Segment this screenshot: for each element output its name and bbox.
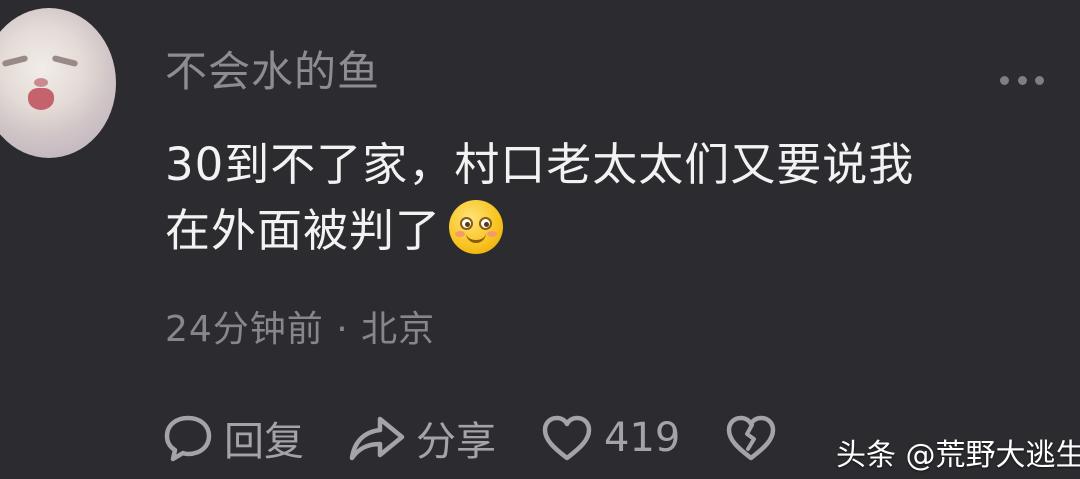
share-arrow-icon (349, 416, 405, 461)
share-label: 分享 (416, 419, 496, 465)
avatar-nose (34, 78, 48, 87)
username[interactable]: 不会水的鱼 (165, 38, 380, 99)
avatar[interactable] (0, 8, 116, 158)
avatar-eye-left (1, 54, 29, 68)
comment-line-2-text: 在外面被判了 (165, 204, 442, 257)
more-options-icon[interactable] (1000, 74, 1044, 86)
avatar-eye-right (51, 54, 79, 68)
action-bar: 回复 分享 419 (162, 410, 832, 466)
comment-meta: 24分钟前 · 北京 (165, 300, 435, 352)
reply-button[interactable]: 回复 (162, 409, 304, 467)
smiling-face-emoji-icon (449, 200, 504, 254)
more-dot (1035, 75, 1044, 85)
comment-line-1: 30到不了家，村口老太太们又要说我 (165, 138, 915, 191)
like-button[interactable]: 419 (540, 413, 680, 463)
dislike-button[interactable] (724, 413, 788, 463)
comment-location: 北京 (361, 309, 436, 350)
like-count: 419 (604, 415, 681, 461)
comment-bubble-icon (164, 415, 212, 462)
meta-separator: · (336, 309, 349, 350)
avatar-mouth (28, 88, 54, 110)
broken-heart-icon (727, 415, 776, 461)
share-button[interactable]: 分享 (348, 409, 496, 467)
reply-label: 回复 (224, 419, 304, 465)
comment-line-2: 在外面被判了 (165, 198, 1045, 264)
comment-card: 不会水的鱼 30到不了家，村口老太太们又要说我 在外面被判了 24分钟前 · 北… (0, 0, 1080, 479)
comment-time: 24分钟前 (165, 309, 324, 350)
watermark: 头条 @荒野大逃生 (836, 438, 1080, 473)
more-dot (1017, 75, 1027, 85)
more-dot (1000, 75, 1009, 85)
heart-icon (542, 415, 592, 461)
comment-text: 30到不了家，村口老太太们又要说我 在外面被判了 (165, 132, 1045, 264)
